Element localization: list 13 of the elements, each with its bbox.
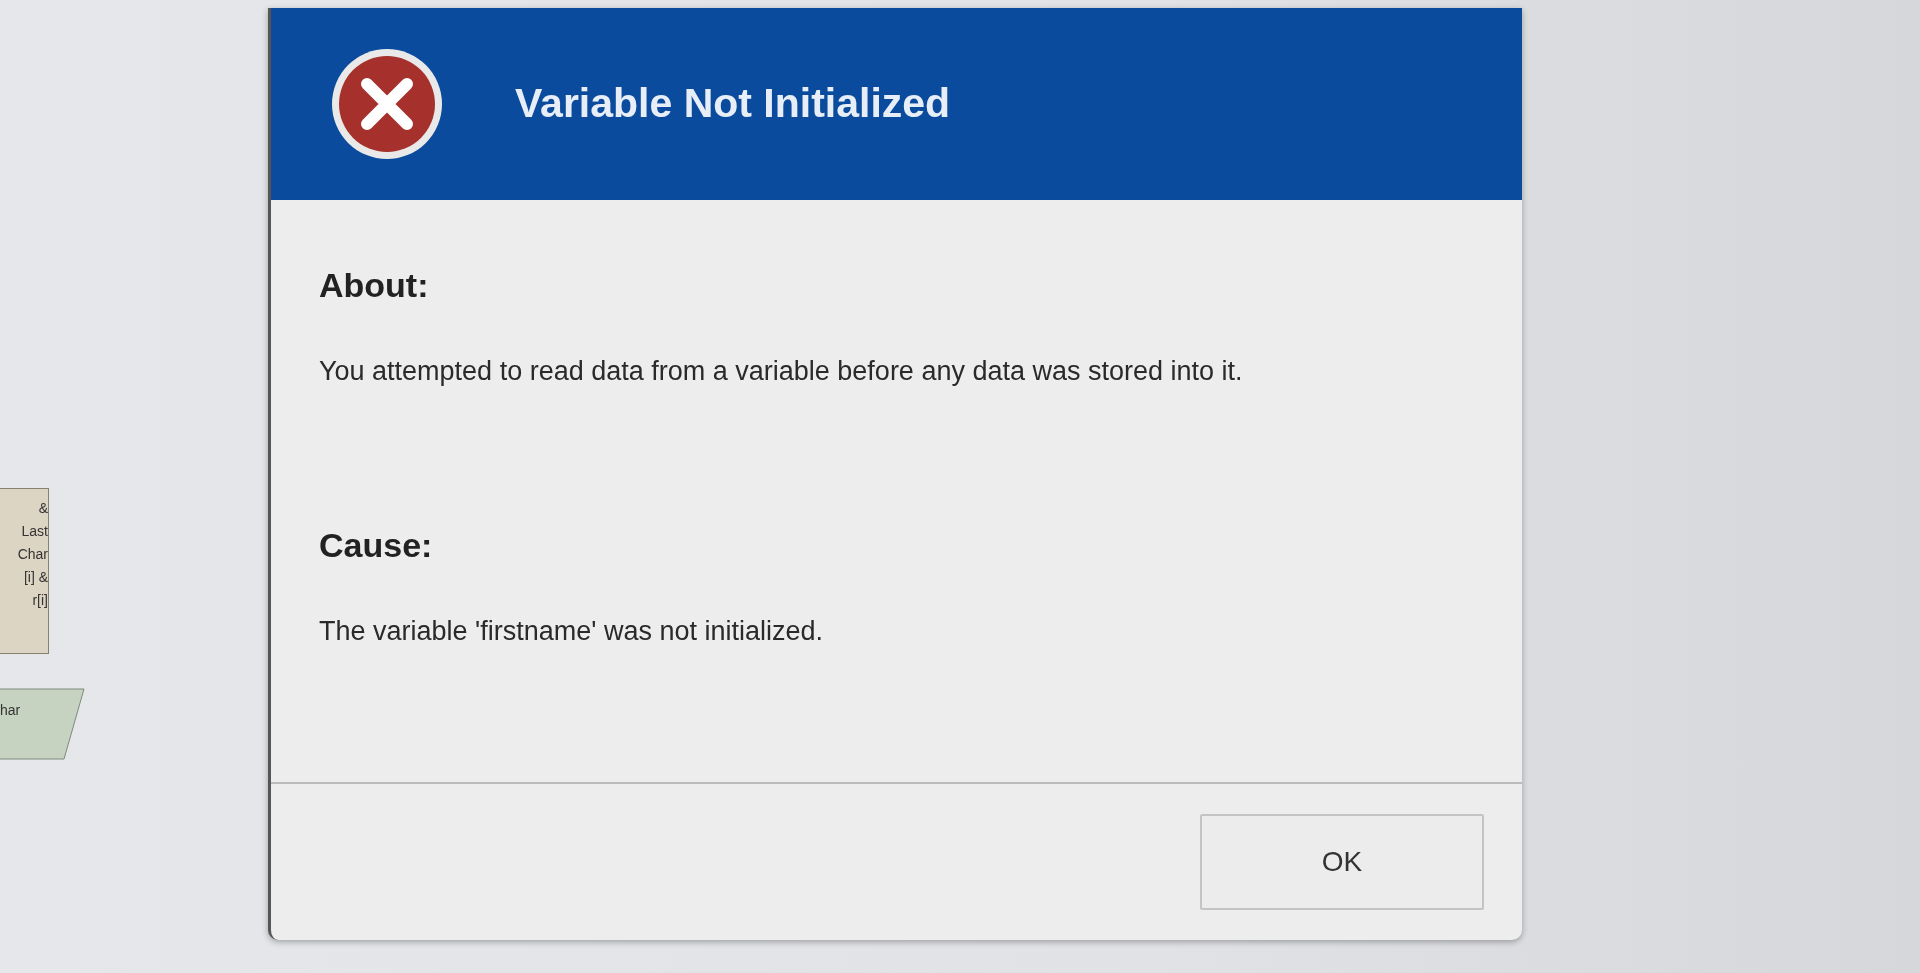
- dialog-title: Variable Not Initialized: [515, 79, 951, 129]
- section-heading: About:: [319, 265, 430, 306]
- node-text: har: [0, 701, 21, 720]
- section-heading: Cause:: [319, 524, 434, 566]
- node-text: &: [37, 499, 48, 518]
- ok-button[interactable]: OK: [1200, 814, 1484, 910]
- node-text: Last: [20, 522, 48, 541]
- error-icon: [329, 46, 445, 162]
- section-text: You attempted to read data from a variable before any data was stored into it.: [319, 355, 1244, 388]
- node-text: [i] &: [22, 568, 48, 587]
- node-text: r[i]: [31, 591, 48, 610]
- node-text: Char: [16, 545, 48, 564]
- section-text: The variable 'firstname' was not initialized.: [319, 614, 825, 648]
